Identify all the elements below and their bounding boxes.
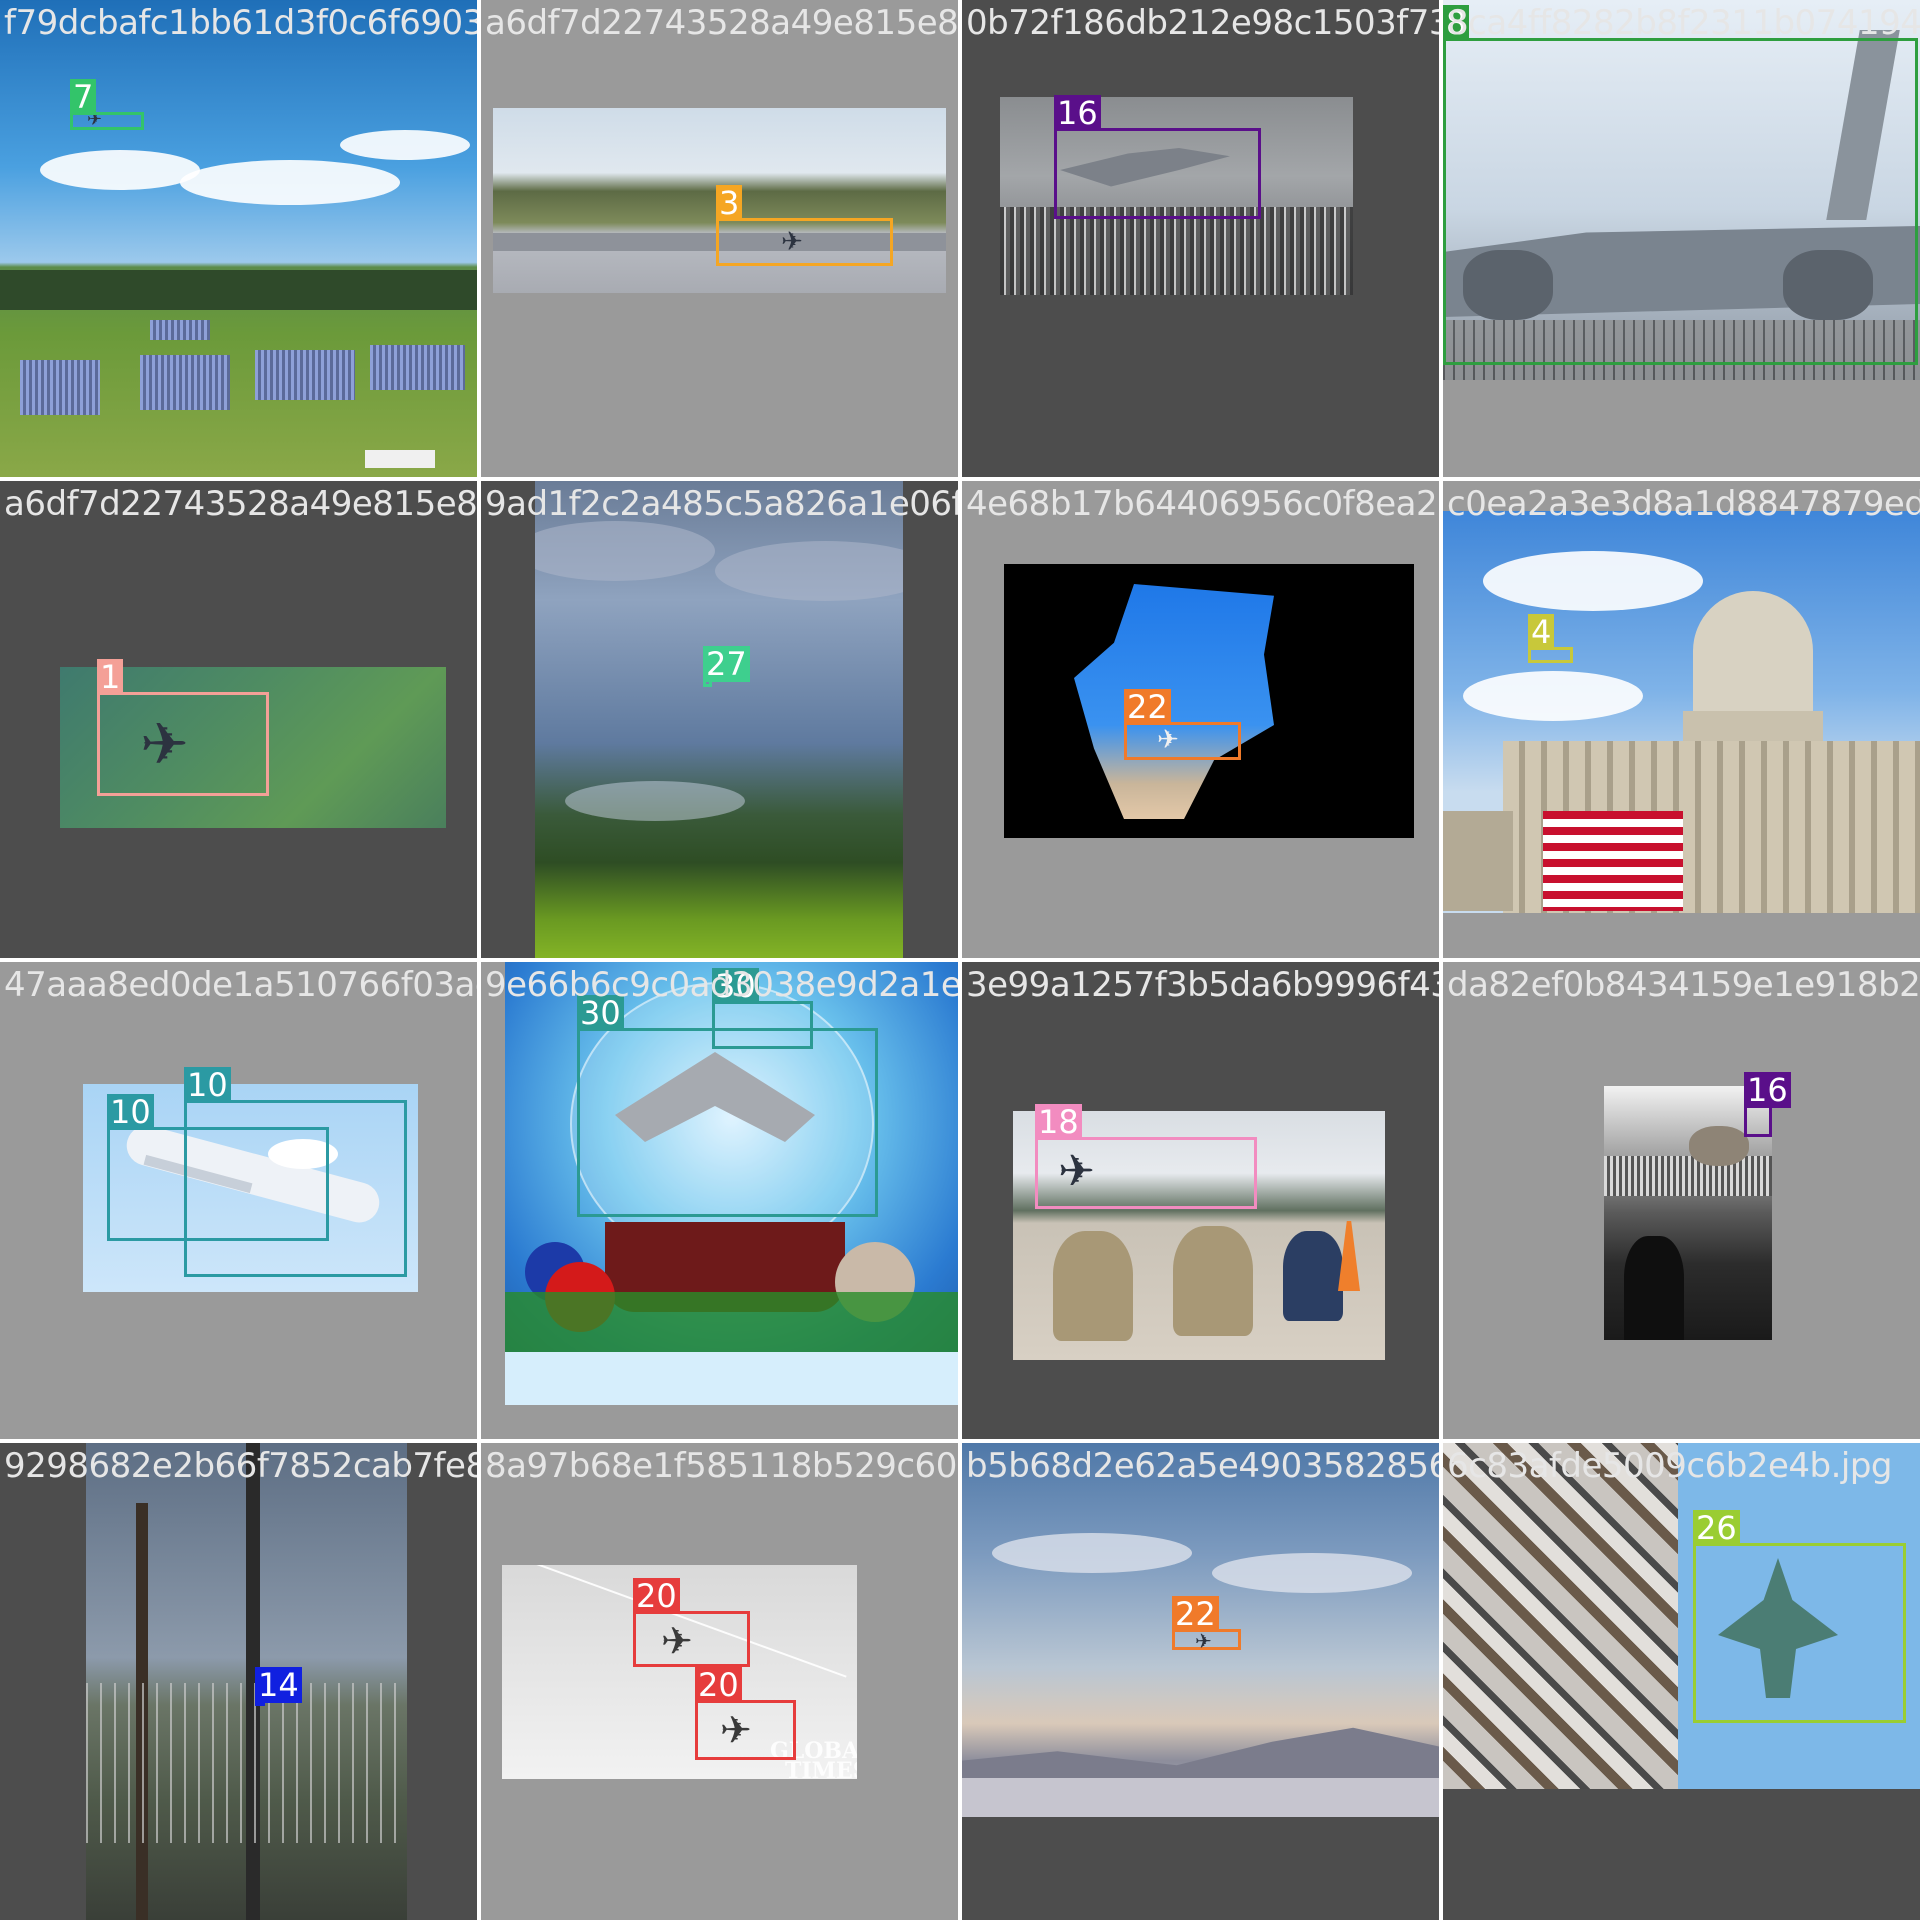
class-label: 1	[97, 659, 124, 695]
bounding-box[interactable]: 16	[1054, 95, 1261, 219]
image-tile[interactable]: 4 c0ea2a3e3d8a1d8847879eda.jpg	[1443, 481, 1920, 958]
class-label: 3	[716, 185, 743, 221]
bounding-box[interactable]: 16	[1744, 1072, 1791, 1137]
image-tile[interactable]: 26 6c83afde5009c6b2e4b.jpg	[1443, 1443, 1920, 1920]
class-label: 16	[1744, 1072, 1791, 1108]
class-label: 4	[1528, 614, 1555, 650]
image-filename: b5b68d2e62a5e4903582856c63a8d753.jpg	[966, 1446, 1439, 1486]
image-tile[interactable]: ✈ 22 4e68b17b64406956c0f8ea2d68.jpg	[962, 481, 1439, 958]
image-filename: 47aaa8ed0de1a510766f03ae6d5682d5.jpg	[4, 965, 477, 1005]
image-filename: 9e66b6c9c0ad3038e9d2a1ee7183.jpg	[485, 965, 958, 1005]
image-filename: 8ca4ff8282b8f2311b07419413.jpg	[1447, 3, 1920, 43]
image-tile[interactable]: ✈ 7 f79dcbafc1bb61d3f0c6f6903b4687f6397.…	[0, 0, 477, 477]
aircraft-icon: ✈	[720, 1708, 752, 1752]
image-tile[interactable]: 16 0b72f186db212e98c1503f738f4dd6d3.jpg	[962, 0, 1439, 477]
class-label: 22	[1124, 689, 1171, 725]
bounding-box[interactable]: 14	[255, 1667, 302, 1706]
watermark-line: TIMES	[785, 1758, 857, 1779]
bounding-box[interactable]: ✈ 7	[70, 79, 144, 130]
class-label: 14	[255, 1667, 302, 1703]
image-tile[interactable]: GLOBAL TIMES ✈ 20 ✈ 20 8a97b68e1f585118b…	[481, 1443, 958, 1920]
image-tile[interactable]: 10 10 47aaa8ed0de1a510766f03ae6d5682d5.j…	[0, 962, 477, 1439]
bounding-box[interactable]: ✈ 20	[633, 1578, 750, 1667]
class-label: 10	[107, 1094, 154, 1130]
image-filename: a6df7d22743528a49e815e89adb5e96c293.jpg	[485, 3, 958, 43]
class-label: 18	[1035, 1104, 1082, 1140]
image-filename: 3e99a1257f3b5da6b9996f430df5d0f4b.jpg	[966, 965, 1439, 1005]
bounding-box[interactable]: ✈ 20	[695, 1667, 796, 1760]
aircraft-icon: ✈	[661, 1619, 693, 1663]
bounding-box[interactable]: 10	[184, 1067, 407, 1277]
image-filename: 9ad1f2c2a485c5a826a1e06f4762d03b.jpg	[485, 484, 958, 524]
aircraft-icon: ✈	[781, 227, 803, 257]
class-label: 20	[695, 1667, 742, 1703]
image-filename: 4e68b17b64406956c0f8ea2d68.jpg	[966, 484, 1439, 524]
image-tile[interactable]: ✈ 1 a6df7d22743528a49e815e89adb5e96c2.jp…	[0, 481, 477, 958]
bounding-box[interactable]: ✈ 18	[1035, 1104, 1257, 1209]
class-label: 7	[70, 79, 97, 115]
bounding-box[interactable]: ✈ 22	[1172, 1596, 1241, 1653]
tile-image	[535, 481, 903, 958]
image-filename: 8a97b68e1f585118b529c60b5398742a62.jpg	[485, 1446, 958, 1486]
aircraft-icon: ✈	[140, 710, 189, 778]
class-label: 27	[703, 646, 750, 682]
image-filename: 0b72f186db212e98c1503f738f4dd6d3.jpg	[966, 3, 1439, 43]
image-filename: f79dcbafc1bb61d3f0c6f6903b4687f6397.jpg	[4, 3, 477, 43]
class-label: 10	[184, 1067, 231, 1103]
tile-image	[0, 0, 477, 477]
image-tile[interactable]: 30 30 9e66b6c9c0ad3038e9d2a1ee7183.jpg	[481, 962, 958, 1439]
tile-image	[1004, 564, 1414, 838]
bounding-box[interactable]: 4	[1528, 614, 1573, 663]
class-label: 26	[1693, 1510, 1740, 1546]
bounding-box[interactable]: 26	[1693, 1510, 1906, 1723]
bounding-box[interactable]: 27	[703, 646, 750, 687]
image-filename: 9298682e2b66f7852cab7fe88a97b08d1.jpg	[4, 1446, 477, 1486]
image-filename: 6c83afde5009c6b2e4b.jpg	[1447, 1446, 1893, 1486]
annotation-grid: ✈ 7 f79dcbafc1bb61d3f0c6f6903b4687f6397.…	[0, 0, 1920, 1920]
image-tile[interactable]: 14 9298682e2b66f7852cab7fe88a97b08d1.jpg	[0, 1443, 477, 1920]
image-filename: a6df7d22743528a49e815e89adb5e96c2.jpg	[4, 484, 477, 524]
image-filename: c0ea2a3e3d8a1d8847879eda.jpg	[1447, 484, 1920, 524]
tile-image	[1443, 511, 1920, 913]
class-label: 20	[633, 1578, 680, 1614]
image-tile[interactable]: ✈ 22 b5b68d2e62a5e4903582856c63a8d753.jp…	[962, 1443, 1439, 1920]
aircraft-icon: ✈	[1195, 1629, 1212, 1653]
image-tile[interactable]: 8 8ca4ff8282b8f2311b07419413.jpg	[1443, 0, 1920, 477]
class-label: 16	[1054, 95, 1101, 131]
image-tile[interactable]: 16 da82ef0b8434159e1e918b2e.jpg	[1443, 962, 1920, 1439]
aircraft-icon: ✈	[1157, 725, 1179, 755]
image-tile[interactable]: ✈ 18 3e99a1257f3b5da6b9996f430df5d0f4b.j…	[962, 962, 1439, 1439]
bounding-box[interactable]: ✈ 3	[716, 185, 893, 266]
aircraft-icon: ✈	[1058, 1146, 1095, 1197]
tile-image	[86, 1443, 407, 1920]
bounding-box[interactable]: ✈ 22	[1124, 689, 1241, 760]
image-tile[interactable]: 27 9ad1f2c2a485c5a826a1e06f4762d03b.jpg	[481, 481, 958, 958]
bounding-box[interactable]: 30	[577, 995, 878, 1217]
bounding-box[interactable]: 30	[712, 968, 813, 1049]
bounding-box[interactable]: ✈ 1	[97, 659, 269, 796]
bounding-box[interactable]: 8	[1443, 5, 1918, 365]
image-filename: da82ef0b8434159e1e918b2e.jpg	[1447, 965, 1920, 1005]
class-label: 22	[1172, 1596, 1219, 1632]
image-tile[interactable]: ✈ 3 a6df7d22743528a49e815e89adb5e96c293.…	[481, 0, 958, 477]
